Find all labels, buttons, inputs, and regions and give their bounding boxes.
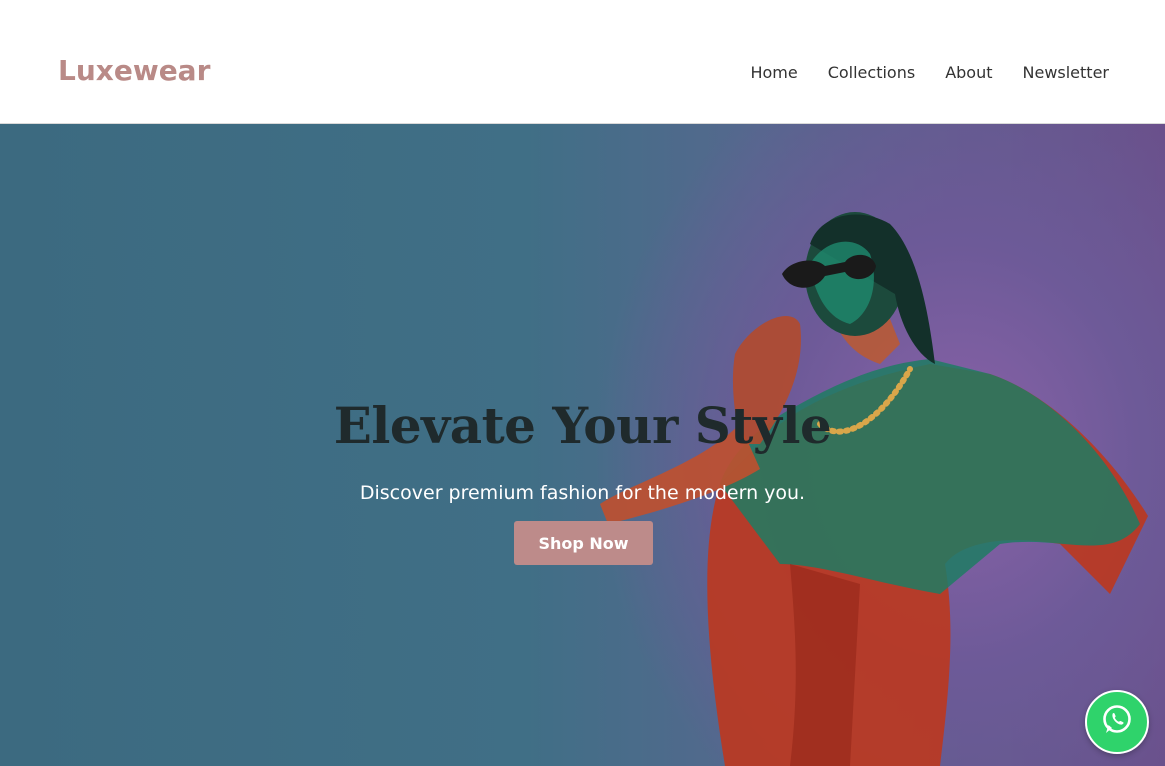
whatsapp-icon (1100, 703, 1134, 742)
hero-title: Elevate Your Style (333, 396, 832, 455)
brand-logo[interactable]: Luxewear (58, 54, 210, 87)
nav-newsletter-link[interactable]: Newsletter (1023, 63, 1110, 82)
hero-subtitle: Discover premium fashion for the modern … (359, 482, 806, 504)
site-header: Luxewear Home Collections About Newslett… (0, 0, 1165, 124)
hero-section: Elevate Your Style Discover premium fash… (0, 124, 1165, 766)
nav-about-link[interactable]: About (945, 63, 992, 82)
whatsapp-chat-button[interactable] (1085, 690, 1149, 754)
main-nav: Home Collections About Newsletter (750, 63, 1109, 82)
shop-now-button[interactable]: Shop Now (514, 521, 653, 565)
nav-collections-link[interactable]: Collections (828, 63, 915, 82)
nav-home-link[interactable]: Home (750, 63, 797, 82)
